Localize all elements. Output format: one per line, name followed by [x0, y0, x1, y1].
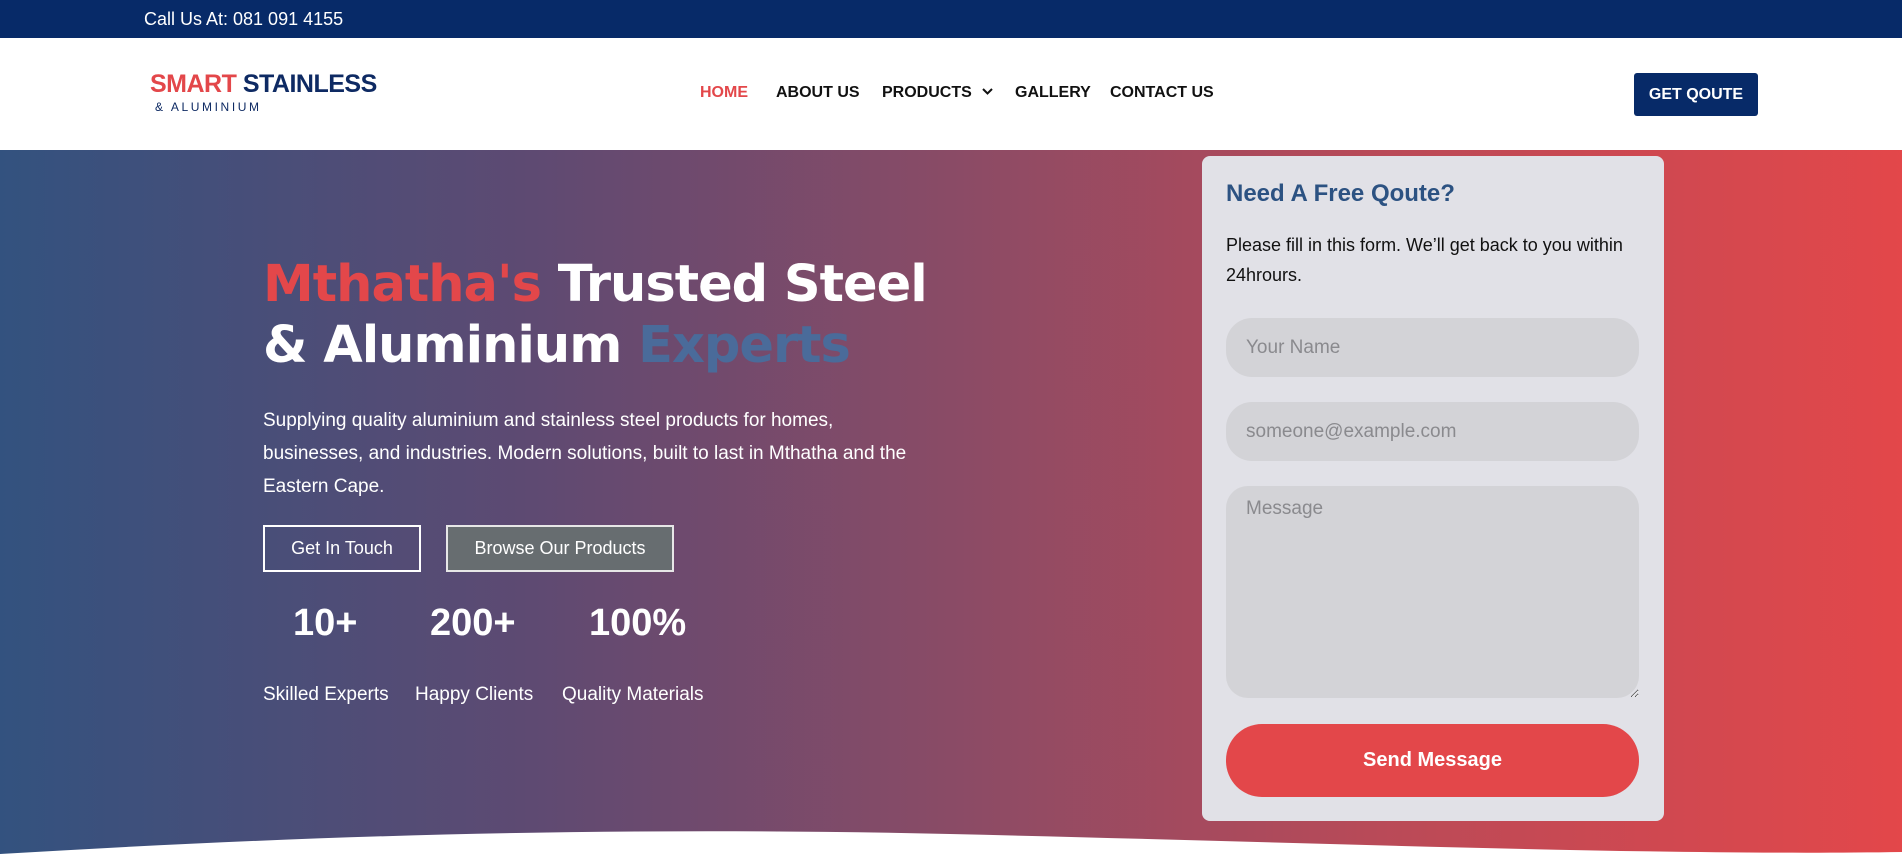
- stat-label-clients: Happy Clients: [415, 684, 534, 705]
- nav-item-home[interactable]: HOME: [700, 84, 748, 102]
- stat-label-quality: Quality Materials: [562, 684, 704, 705]
- hero-heading-blue: Experts: [638, 316, 851, 375]
- nav-item-products[interactable]: PRODUCTS: [882, 84, 993, 102]
- main-nav: HOME ABOUT US PRODUCTS GALLERY CONTACT U…: [0, 84, 1902, 104]
- get-in-touch-button[interactable]: Get In Touch: [263, 525, 421, 572]
- hero-heading-white-1: Trusted Steel: [557, 255, 928, 314]
- hero-heading-white-2: & Aluminium: [263, 316, 622, 375]
- stat-value-experts: 10+: [293, 602, 358, 644]
- top-contact-bar: Call Us At: 081 091 4155: [0, 0, 1902, 38]
- call-us-text: Call Us At: 081 091 4155: [144, 9, 344, 29]
- get-quote-button[interactable]: GET QOUTE: [1634, 73, 1758, 116]
- hero-description: Supplying quality aluminium and stainles…: [263, 410, 907, 497]
- send-message-button[interactable]: Send Message: [1226, 724, 1639, 797]
- browse-products-button[interactable]: Browse Our Products: [446, 525, 674, 572]
- quote-form-card: Need A Free Qoute? Please fill in this f…: [1202, 156, 1664, 821]
- nav-item-about-us[interactable]: ABOUT US: [776, 84, 860, 102]
- stat-value-clients: 200+: [430, 602, 516, 644]
- stat-value-quality: 100%: [589, 602, 687, 644]
- chevron-down-icon: [982, 88, 993, 95]
- name-input[interactable]: [1226, 318, 1639, 377]
- email-input[interactable]: [1226, 402, 1639, 461]
- nav-item-contact-us[interactable]: CONTACT US: [1110, 84, 1214, 102]
- stat-label-experts: Skilled Experts: [263, 684, 389, 705]
- site-header: SMART STAINLESS & ALUMINIUM HOME ABOUT U…: [0, 38, 1902, 150]
- nav-item-products-label: PRODUCTS: [882, 84, 972, 101]
- message-textarea[interactable]: [1226, 486, 1639, 698]
- quote-form-title: Need A Free Qoute?: [1226, 180, 1455, 207]
- quote-form-subtitle: Please fill in this form. We’ll get back…: [1226, 235, 1623, 285]
- hero-heading-red: Mthatha's: [263, 255, 542, 314]
- hero-heading: Mthatha's Trusted Steel & Aluminium Expe…: [263, 254, 963, 376]
- nav-item-gallery[interactable]: GALLERY: [1015, 84, 1091, 102]
